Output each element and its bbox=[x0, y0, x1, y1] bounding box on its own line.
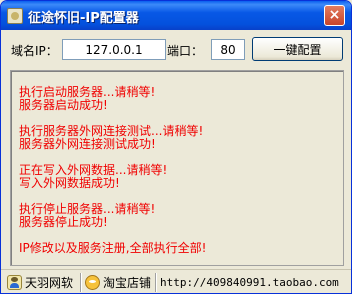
app-icon bbox=[7, 8, 23, 24]
apply-config-button[interactable]: 一键配置 bbox=[252, 37, 343, 61]
status-shop[interactable]: 淘宝店铺 bbox=[85, 274, 151, 292]
chat-icon bbox=[85, 275, 100, 290]
port-input[interactable] bbox=[211, 39, 245, 60]
status-divider bbox=[155, 273, 157, 292]
log-line: 写入外网数据成功! bbox=[19, 176, 120, 190]
log-panel: 执行启动服务器...请稍等! 服务器启动成功! 执行服务器外网连接测试...请稍… bbox=[10, 70, 344, 266]
log-line: IP修改以及服务注册,全部执行全部! bbox=[19, 241, 207, 255]
log-line: 服务器停止成功! bbox=[19, 215, 108, 229]
log-line: 服务器启动成功! bbox=[19, 98, 108, 112]
app-window: 征途怀旧-IP配置器 × 域名IP： 端口： 一键配置 执行启动服务器...请稍… bbox=[0, 0, 352, 294]
status-url-link[interactable]: http://409840991.taobao.com bbox=[160, 274, 339, 292]
ip-input[interactable] bbox=[62, 39, 166, 60]
log-line: 服务器外网连接测试成功! bbox=[19, 137, 156, 151]
close-button[interactable]: × bbox=[324, 5, 345, 26]
port-label: 端口： bbox=[167, 44, 204, 58]
status-shop-label: 淘宝店铺 bbox=[103, 276, 152, 290]
status-divider bbox=[80, 273, 82, 292]
status-author[interactable]: 天羽网软 bbox=[7, 274, 73, 292]
status-author-label: 天羽网软 bbox=[25, 276, 74, 290]
title-bar[interactable]: 征途怀旧-IP配置器 × bbox=[1, 1, 351, 30]
user-icon bbox=[7, 275, 22, 290]
window-title: 征途怀旧-IP配置器 bbox=[28, 11, 139, 26]
status-bar: 天羽网软 淘宝店铺 http://409840991.taobao.com bbox=[1, 269, 351, 293]
ip-label: 域名IP： bbox=[11, 44, 58, 58]
